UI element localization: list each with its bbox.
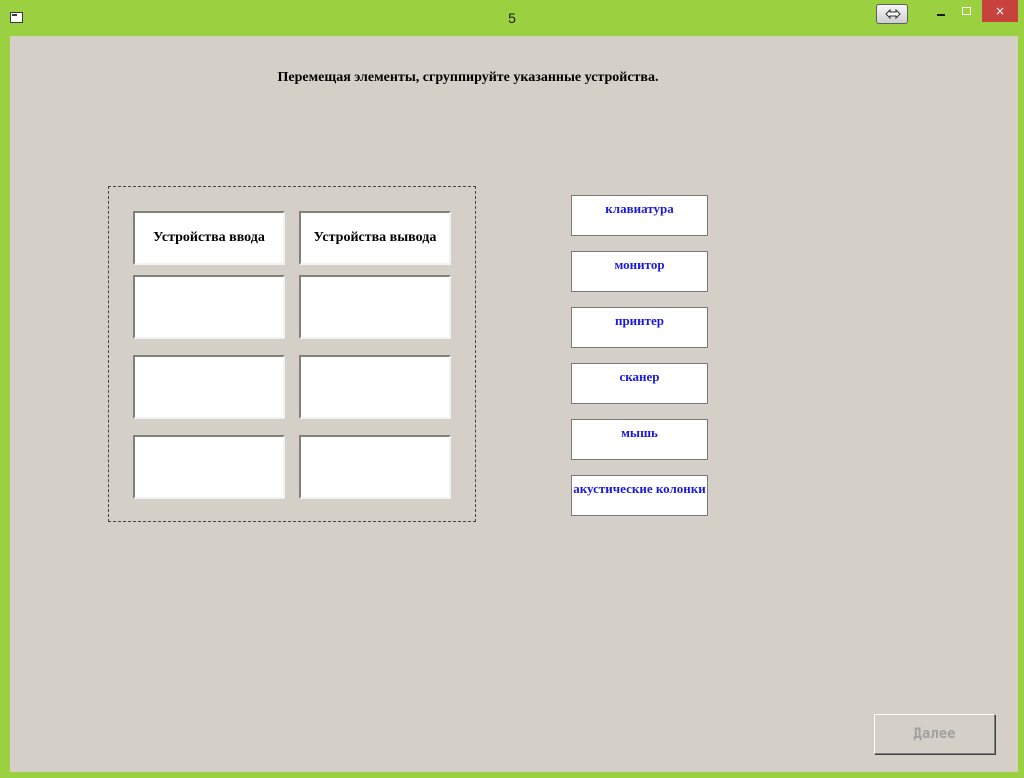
output-slot-3[interactable] <box>299 435 451 499</box>
next-button[interactable]: Далее <box>874 714 995 754</box>
application-window: 5 × Перемещая элементы, сгруппируйте ука… <box>0 0 1024 778</box>
column-header-input: Устройства ввода <box>133 211 285 265</box>
restore-button[interactable] <box>876 4 908 24</box>
window-title: 5 <box>508 10 516 26</box>
device-printer[interactable]: принтер <box>571 307 708 348</box>
client-area: Перемещая элементы, сгруппируйте указанн… <box>10 36 1018 772</box>
instruction-text: Перемещая элементы, сгруппируйте указанн… <box>277 70 659 85</box>
device-scanner[interactable]: сканер <box>571 363 708 404</box>
drop-area: Устройства ввода Устройства вывода <box>108 186 476 522</box>
title-bar[interactable]: 5 × <box>0 0 1024 36</box>
output-slot-2[interactable] <box>299 355 451 419</box>
input-slot-3[interactable] <box>133 435 285 499</box>
device-monitor[interactable]: монитор <box>571 251 708 292</box>
maximize-icon[interactable] <box>954 0 978 22</box>
close-icon[interactable]: × <box>982 0 1018 22</box>
column-header-output: Устройства вывода <box>299 211 451 265</box>
input-slot-1[interactable] <box>133 275 285 339</box>
device-keyboard[interactable]: клавиатура <box>571 195 708 236</box>
device-mouse[interactable]: мышь <box>571 419 708 460</box>
restore-icon <box>885 8 901 20</box>
input-slot-2[interactable] <box>133 355 285 419</box>
output-slot-1[interactable] <box>299 275 451 339</box>
device-speakers[interactable]: акустические колонки <box>571 475 708 516</box>
minimize-icon[interactable] <box>928 0 952 22</box>
